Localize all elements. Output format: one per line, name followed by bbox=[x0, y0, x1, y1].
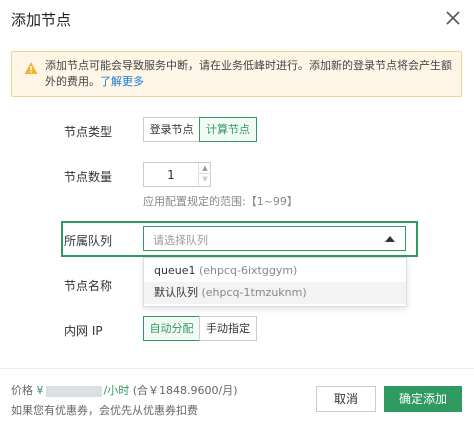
queue-option-name: queue1 bbox=[154, 264, 196, 277]
ip-manual-option[interactable]: 手动指定 bbox=[199, 316, 257, 341]
queue-label: 所属队列 bbox=[64, 234, 113, 248]
node-type-login-option[interactable]: 登录节点 bbox=[143, 117, 200, 142]
cancel-button[interactable]: 取消 bbox=[316, 386, 376, 412]
queue-option[interactable]: queue1 (ehpcq-6ixtggym) bbox=[144, 260, 406, 282]
queue-select[interactable]: 请选择队列 bbox=[143, 226, 406, 251]
confirm-add-button[interactable]: 确定添加 bbox=[384, 386, 462, 412]
price-prefix: ¥ bbox=[36, 384, 44, 397]
stepper-buttons: ▲ ▼ bbox=[198, 163, 211, 186]
queue-option[interactable]: 默认队列 (ehpcq-1tmzuknm) bbox=[144, 282, 406, 304]
caret-up-icon bbox=[385, 236, 395, 242]
coupon-note: 如果您有优惠券，会优先从优惠券扣费 bbox=[11, 404, 198, 417]
node-count-stepper: ▲ ▼ bbox=[143, 162, 211, 187]
queue-placeholder: 请选择队列 bbox=[153, 234, 208, 247]
warning-icon bbox=[24, 62, 38, 74]
node-name-label: 节点名称 bbox=[64, 279, 113, 293]
node-count-label: 节点数量 bbox=[64, 170, 113, 184]
ip-label: 内网 IP bbox=[64, 324, 103, 338]
price-unit: /小时 bbox=[103, 384, 130, 397]
price-blurred bbox=[45, 385, 102, 397]
ip-auto-option[interactable]: 自动分配 bbox=[143, 316, 200, 341]
node-count-hint: 应用配置规定的范围:【1~99】 bbox=[143, 195, 298, 208]
dialog-header: 添加节点 bbox=[0, 0, 474, 38]
price-monthly: (合￥1848.9600/月) bbox=[132, 384, 238, 397]
queue-option-name: 默认队列 bbox=[154, 286, 198, 299]
node-count-input[interactable] bbox=[144, 163, 198, 186]
warning-alert: 添加节点可能会导致服务中断，请在业务低峰时进行。添加新的登录节点将会产生额外的费… bbox=[11, 51, 462, 97]
node-type-compute-option[interactable]: 计算节点 bbox=[199, 117, 257, 142]
decrement-icon[interactable]: ▼ bbox=[199, 174, 211, 185]
queue-option-id: (ehpcq-6ixtggym) bbox=[198, 264, 298, 277]
price-line: 价格 ¥ /小时 (合￥1848.9600/月) bbox=[11, 382, 238, 398]
dialog-title: 添加节点 bbox=[11, 11, 72, 29]
alert-text: 添加节点可能会导致服务中断，请在业务低峰时进行。添加新的登录节点将会产生额外的费… bbox=[45, 58, 455, 90]
close-icon[interactable] bbox=[442, 7, 464, 29]
increment-icon[interactable]: ▲ bbox=[199, 163, 211, 174]
queue-dropdown: queue1 (ehpcq-6ixtggym) 默认队列 (ehpcq-1tmz… bbox=[143, 257, 407, 307]
node-type-label: 节点类型 bbox=[64, 125, 113, 139]
price-label: 价格 bbox=[11, 384, 33, 397]
queue-option-id: (ehpcq-1tmzuknm) bbox=[201, 286, 307, 299]
learn-more-link[interactable]: 了解更多 bbox=[100, 75, 144, 88]
